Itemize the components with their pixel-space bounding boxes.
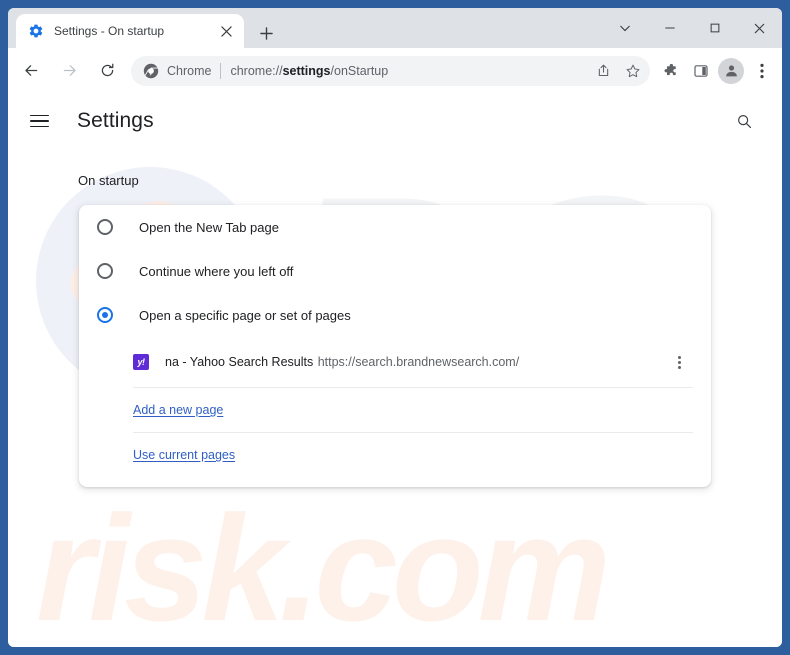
omnibox-url-text: chrome://settings/onStartup: [230, 64, 590, 78]
startup-page-url: https://search.brandnewsearch.com/: [317, 355, 520, 369]
settings-page: PC risk.com Settings On startup: [8, 93, 782, 647]
close-icon[interactable]: [216, 21, 236, 41]
radio-option-continue-where-left-off[interactable]: Continue where you left off: [79, 249, 711, 293]
settings-header: Settings: [8, 93, 782, 149]
add-new-page-link[interactable]: Add a new page: [133, 403, 223, 417]
omnibox-chip-label: Chrome: [167, 63, 212, 78]
radio-label: Continue where you left off: [139, 263, 294, 279]
new-tab-button[interactable]: [253, 20, 279, 46]
browser-window: Settings - On startup Chrome chrome://se…: [8, 8, 782, 647]
dot: [677, 365, 681, 369]
use-current-pages-row[interactable]: Use current pages: [133, 433, 693, 477]
url-prefix: chrome://: [230, 63, 283, 78]
hamburger-menu-icon[interactable]: [30, 109, 54, 133]
radio-label: Open the New Tab page: [139, 219, 279, 235]
startup-page-more-options-icon[interactable]: [667, 350, 691, 374]
minimize-button[interactable]: [647, 8, 692, 48]
chrome-icon: [143, 63, 159, 79]
maximize-button[interactable]: [692, 8, 737, 48]
yahoo-favicon-icon: y!: [133, 354, 149, 370]
address-bar[interactable]: Chrome chrome://settings/onStartup: [131, 55, 650, 86]
radio-label: Open a specific page or set of pages: [139, 307, 351, 323]
window-controls: [602, 8, 782, 48]
dot: [677, 355, 681, 359]
back-button[interactable]: [16, 56, 46, 86]
on-startup-card: Open the New Tab page Continue where you…: [79, 205, 711, 487]
radio-option-specific-pages[interactable]: Open a specific page or set of pages: [79, 293, 711, 337]
close-button[interactable]: [737, 8, 782, 48]
radio-indicator-selected: [97, 307, 113, 323]
startup-page-title: na - Yahoo Search Results: [165, 355, 314, 369]
share-icon[interactable]: [590, 58, 616, 84]
search-icon[interactable]: [730, 107, 758, 135]
browser-toolbar: Chrome chrome://settings/onStartup: [8, 48, 782, 93]
startup-page-row: y! na - Yahoo Search Results https://sea…: [133, 337, 693, 387]
reload-button[interactable]: [92, 56, 122, 86]
omnibox-divider: [220, 62, 222, 79]
profile-avatar[interactable]: [718, 57, 744, 84]
omnibox-actions: [590, 58, 650, 84]
side-panel-icon[interactable]: [686, 56, 716, 86]
radio-indicator: [97, 263, 113, 279]
puzzle-icon[interactable]: [654, 56, 684, 86]
radio-option-new-tab-page[interactable]: Open the New Tab page: [79, 205, 711, 249]
watermark-risk-text: risk.com: [36, 484, 611, 647]
hamburger-bar: [30, 125, 49, 128]
hamburger-bar: [30, 114, 49, 117]
browser-menu-button[interactable]: [748, 56, 776, 86]
tab-settings[interactable]: Settings - On startup: [16, 14, 244, 48]
page-title: Settings: [77, 109, 154, 132]
hamburger-bar: [30, 120, 49, 122]
startup-page-text: na - Yahoo Search Results https://search…: [165, 353, 667, 371]
dot: [677, 360, 681, 364]
section-heading: On startup: [78, 173, 139, 188]
tab-title: Settings - On startup: [54, 24, 165, 38]
radio-indicator: [97, 219, 113, 235]
add-new-page-row[interactable]: Add a new page: [133, 388, 693, 432]
gear-icon: [28, 23, 44, 39]
browser-window-frame: Settings - On startup Chrome chrome://se…: [0, 0, 790, 655]
url-domain: settings: [282, 63, 331, 78]
use-current-pages-link[interactable]: Use current pages: [133, 448, 235, 462]
tab-strip: Settings - On startup: [8, 8, 782, 48]
url-path: /onStartup: [330, 63, 389, 78]
star-icon[interactable]: [620, 58, 646, 84]
tab-search-chevron-icon[interactable]: [602, 8, 647, 48]
forward-button[interactable]: [54, 56, 84, 86]
